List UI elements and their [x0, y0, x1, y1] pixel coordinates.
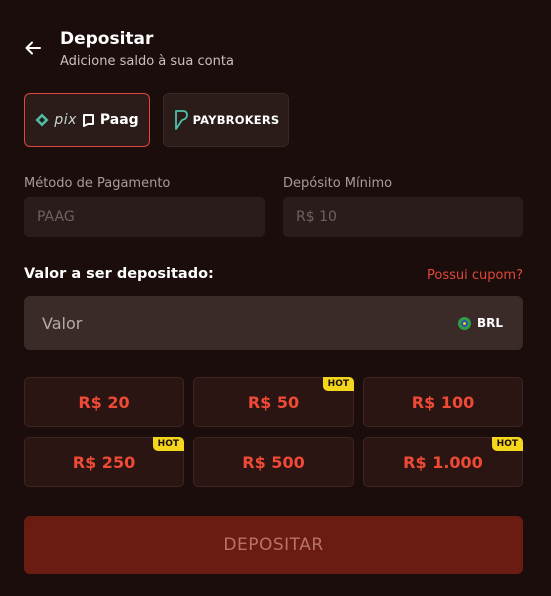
page-subtitle: Adicione saldo à sua conta: [60, 54, 234, 69]
amount-input[interactable]: [42, 313, 342, 333]
amount-input-wrapper: BRL: [24, 296, 523, 350]
paybrokers-wordmark: PAYBROKERS: [192, 113, 280, 127]
header: Depositar Adicione saldo à sua conta: [24, 28, 234, 69]
amount-label: Valor a ser depositado:: [24, 266, 214, 282]
brazil-flag-icon: [457, 316, 471, 330]
paag-icon: [82, 114, 94, 127]
preset-amount-label: R$ 500: [242, 452, 305, 472]
header-text: Depositar Adicione saldo à sua conta: [60, 28, 234, 69]
preset-amount-50[interactable]: R$ 50 HOT: [193, 377, 354, 427]
hot-badge: HOT: [491, 437, 523, 451]
minimum-deposit-value: R$ 10: [296, 209, 337, 225]
payment-method-value: PAAG: [37, 209, 75, 225]
currency-code: BRL: [476, 316, 503, 330]
paag-wordmark: Paag: [99, 112, 139, 128]
preset-amount-500[interactable]: R$ 500: [193, 437, 354, 487]
preset-amount-label: R$ 50: [247, 392, 300, 412]
preset-amount-label: R$ 1.000: [403, 452, 483, 472]
provider-paybrokers[interactable]: PAYBROKERS: [163, 93, 289, 147]
page-title: Depositar: [60, 29, 154, 49]
preset-amount-250[interactable]: R$ 250 HOT: [24, 437, 184, 487]
minimum-deposit-field: R$ 10: [283, 197, 523, 237]
coupon-link[interactable]: Possui cupom?: [427, 268, 523, 283]
preset-amounts: R$ 20 R$ 50 HOT R$ 100 R$ 250 HOT R$ 500…: [24, 377, 523, 487]
preset-amount-1000[interactable]: R$ 1.000 HOT: [363, 437, 523, 487]
minimum-deposit-label: Depósito Mínimo: [283, 176, 393, 191]
preset-amount-label: R$ 20: [78, 392, 130, 412]
hot-badge: HOT: [152, 437, 184, 451]
pix-wordmark: pix: [54, 112, 77, 128]
provider-pix-paag[interactable]: pix Paag: [24, 93, 150, 147]
paybrokers-logo: PAYBROKERS: [173, 109, 280, 131]
pix-diamond-icon: [35, 113, 49, 127]
preset-amount-20[interactable]: R$ 20: [24, 377, 184, 427]
arrow-left-icon[interactable]: [24, 39, 42, 57]
payment-method-label: Método de Pagamento: [24, 176, 171, 191]
paybrokers-icon: [174, 110, 188, 130]
deposit-button[interactable]: DEPOSITAR: [24, 516, 523, 574]
preset-amount-100[interactable]: R$ 100: [363, 377, 523, 427]
preset-amount-label: R$ 250: [72, 452, 136, 472]
preset-amount-label: R$ 100: [411, 392, 475, 412]
payment-providers: pix Paag PAYBROKERS: [24, 93, 289, 147]
hot-badge: HOT: [322, 377, 354, 391]
payment-method-field: PAAG: [24, 197, 265, 237]
pix-paag-logo: pix Paag: [35, 112, 139, 128]
currency-indicator: BRL: [457, 316, 503, 330]
